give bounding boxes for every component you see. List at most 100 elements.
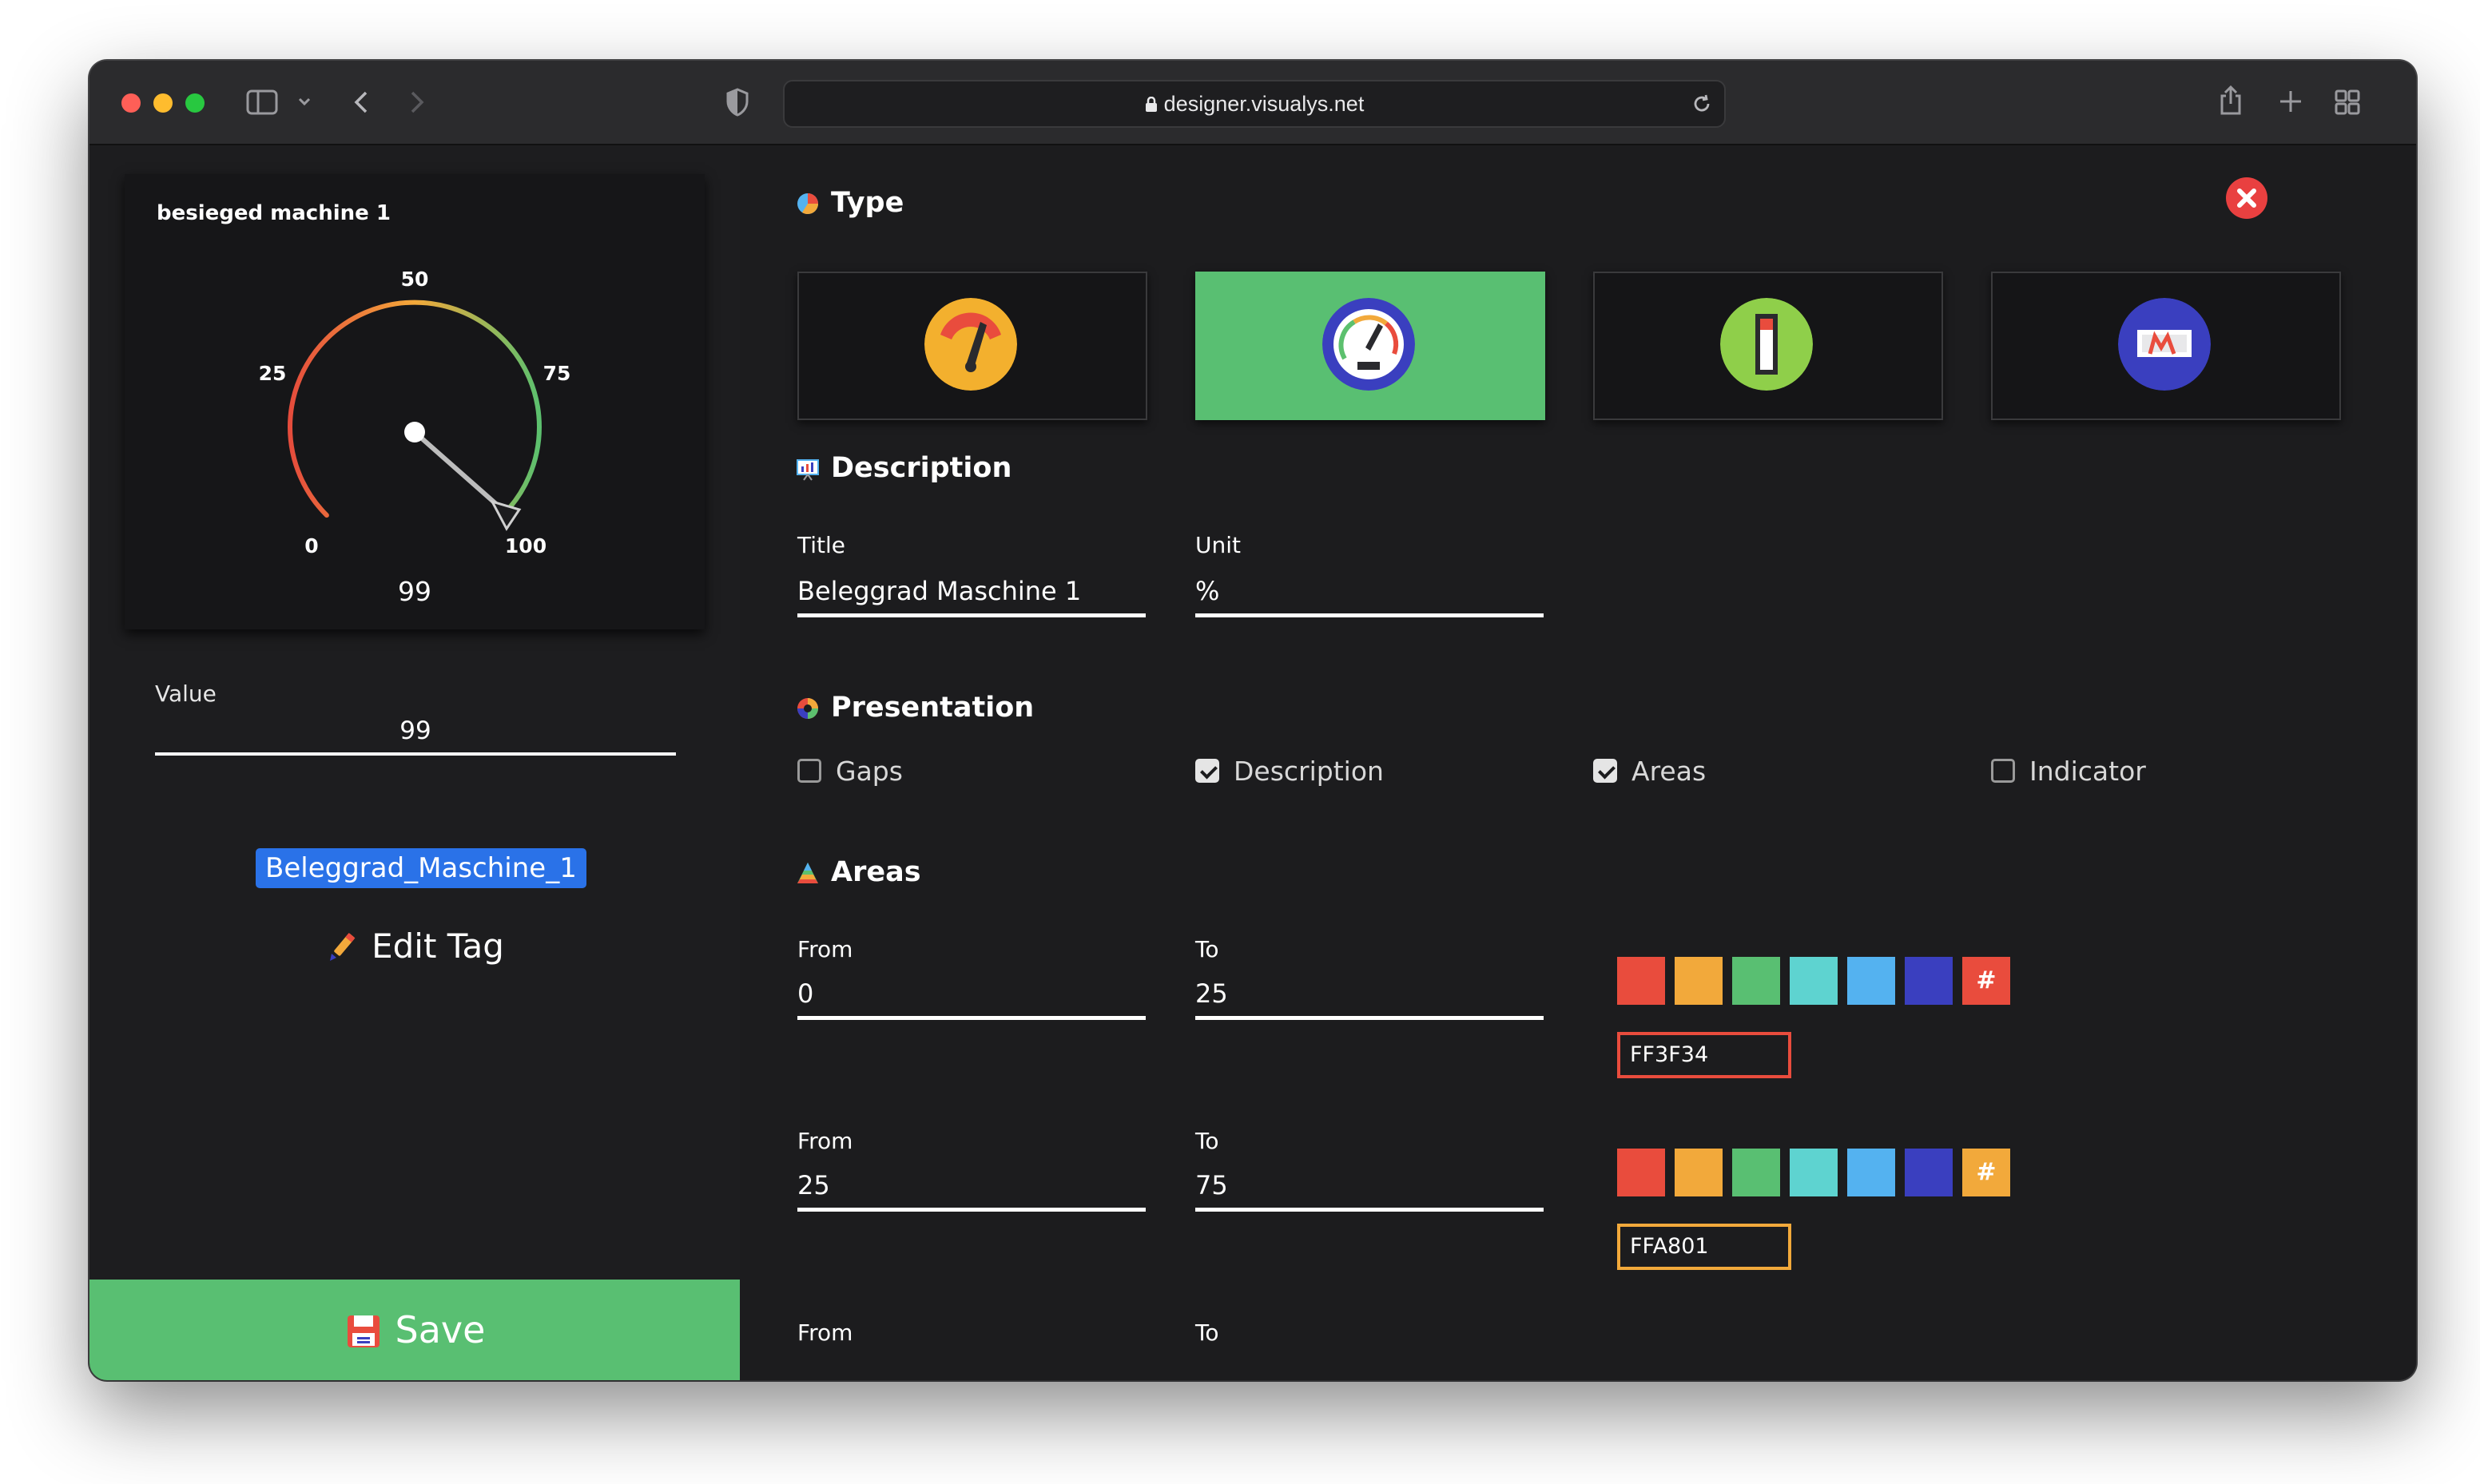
- areas-checkbox[interactable]: Areas: [1593, 756, 1706, 788]
- area-3-from-label: From: [797, 1319, 853, 1346]
- area-1-swatch-orange[interactable]: [1675, 957, 1723, 1005]
- area-2-swatch-orange[interactable]: [1675, 1149, 1723, 1196]
- areas-checkbox-box[interactable]: [1593, 758, 1617, 783]
- gauge-arc: [288, 300, 542, 518]
- pencil-icon: [330, 932, 356, 961]
- url-text: designer.visualys.net: [785, 81, 1724, 126]
- type-option-round-gauge[interactable]: [1195, 272, 1545, 420]
- preview-panel: besieged machine 1 0 25 50 75 100 99 Val…: [89, 145, 740, 1380]
- area-2-swatch-green[interactable]: [1732, 1149, 1780, 1196]
- close-icon: [2237, 188, 2256, 208]
- description-section-label: Description: [831, 452, 1012, 484]
- type-option-display-panel[interactable]: [1991, 272, 2341, 420]
- gaps-checkbox-box[interactable]: [797, 758, 821, 783]
- value-label: Value: [155, 680, 217, 707]
- gauge-tick-100: 100: [505, 534, 546, 557]
- indicator-checkbox[interactable]: Indicator: [1991, 756, 2146, 788]
- area-1-hex-input[interactable]: FF3F34: [1617, 1032, 1791, 1078]
- type-section-label: Type: [831, 187, 904, 219]
- floppy-disk-icon: [347, 1315, 380, 1347]
- area-3-to-label: To: [1195, 1319, 1219, 1346]
- pie-chart-icon: [797, 193, 819, 215]
- edit-tag-label: Edit Tag: [372, 927, 504, 966]
- area-2-from-input[interactable]: 25: [797, 1163, 1146, 1212]
- description-checkbox[interactable]: Description: [1195, 756, 1384, 788]
- gauge-preview-card: besieged machine 1 0 25 50 75 100 99: [125, 174, 705, 629]
- area-2-custom-color-button[interactable]: #: [1962, 1149, 2010, 1196]
- reload-icon[interactable]: [1691, 93, 1713, 115]
- area-2-swatch-red[interactable]: [1617, 1149, 1665, 1196]
- description-checkbox-box[interactable]: [1195, 758, 1219, 783]
- value-input[interactable]: 99: [155, 709, 676, 756]
- presentation-section-title: Presentation: [796, 692, 1034, 724]
- area-2-to-input[interactable]: 75: [1195, 1163, 1544, 1212]
- zoom-window-button[interactable]: [185, 93, 205, 113]
- bar-indicator-icon: [1720, 298, 1813, 391]
- gauge-needle: [413, 430, 505, 513]
- indicator-checkbox-label: Indicator: [2029, 756, 2146, 787]
- area-1-swatch-indigo[interactable]: [1905, 957, 1953, 1005]
- areas-section-label: Areas: [831, 856, 921, 888]
- forward-icon[interactable]: [407, 89, 427, 115]
- area-2-from-label: From: [797, 1128, 853, 1154]
- area-1-swatch-teal[interactable]: [1790, 957, 1838, 1005]
- unit-field-label: Unit: [1195, 532, 1241, 558]
- display-panel-icon: [2118, 298, 2211, 391]
- type-option-bar-indicator[interactable]: [1593, 272, 1943, 420]
- area-2-hex-input[interactable]: FFA801: [1617, 1224, 1791, 1270]
- presentation-section-label: Presentation: [831, 692, 1035, 724]
- edit-tag-button[interactable]: Edit Tag: [89, 927, 740, 966]
- title-input[interactable]: Beleggrad Maschine 1: [797, 569, 1146, 617]
- area-1-to-input[interactable]: 25: [1195, 971, 1544, 1020]
- areas-section-title: Areas: [796, 856, 921, 888]
- share-icon[interactable]: [2218, 85, 2244, 117]
- indicator-checkbox-box[interactable]: [1991, 758, 2015, 783]
- gauge-tick-0: 0: [304, 534, 318, 557]
- area-1-to-label: To: [1195, 936, 1219, 962]
- save-label: Save: [395, 1308, 486, 1351]
- area-1-swatch-blue[interactable]: [1847, 957, 1895, 1005]
- lock-icon: [1145, 96, 1157, 112]
- close-dialog-button[interactable]: [2226, 177, 2267, 219]
- area-1-custom-color-button[interactable]: #: [1962, 957, 2010, 1005]
- presentation-board-icon: [797, 459, 819, 481]
- semi-gauge-icon: [924, 298, 1017, 391]
- gauge-tick-50: 50: [401, 268, 429, 291]
- minimize-window-button[interactable]: [153, 93, 173, 113]
- browser-window: designer.visualys.net besieged machine 1: [89, 61, 2416, 1380]
- gauge-value: 99: [398, 576, 431, 607]
- gauge-hub: [404, 422, 425, 442]
- url-label: designer.visualys.net: [1163, 92, 1365, 116]
- title-field-label: Title: [797, 532, 846, 558]
- chevron-down-icon[interactable]: [297, 96, 312, 107]
- area-2-swatch-indigo[interactable]: [1905, 1149, 1953, 1196]
- gauge-chart: 0 25 50 75 100 99: [259, 268, 571, 607]
- sidebar-toggle-icon[interactable]: [246, 89, 278, 115]
- gauge-tick-25: 25: [259, 362, 287, 385]
- settings-panel: Type Description Title Beleggrad Maschin…: [741, 145, 2416, 1380]
- tag-name-badge[interactable]: Beleggrad_Maschine_1: [256, 848, 586, 888]
- back-icon[interactable]: [352, 89, 371, 115]
- round-gauge-icon: [1322, 298, 1415, 391]
- areas-checkbox-label: Areas: [1631, 756, 1707, 787]
- unit-input[interactable]: %: [1195, 569, 1544, 617]
- gauge-tick-75: 75: [543, 362, 571, 385]
- privacy-shield-icon[interactable]: [725, 88, 749, 117]
- area-1-swatch-red[interactable]: [1617, 957, 1665, 1005]
- close-window-button[interactable]: [121, 93, 141, 113]
- gauge-needle-tip: [490, 499, 522, 531]
- pyramid-icon: [797, 863, 818, 883]
- area-1-from-label: From: [797, 936, 853, 962]
- area-1-swatch-green[interactable]: [1732, 957, 1780, 1005]
- area-2-swatch-teal[interactable]: [1790, 1149, 1838, 1196]
- address-bar[interactable]: designer.visualys.net: [783, 80, 1726, 128]
- area-2-swatch-blue[interactable]: [1847, 1149, 1895, 1196]
- tab-overview-icon[interactable]: [2335, 89, 2360, 115]
- save-button[interactable]: Save: [89, 1280, 740, 1380]
- gaps-checkbox[interactable]: Gaps: [797, 756, 903, 788]
- gaps-checkbox-label: Gaps: [836, 756, 903, 787]
- area-2-to-label: To: [1195, 1128, 1219, 1154]
- type-option-semi-gauge[interactable]: [797, 272, 1147, 420]
- area-1-from-input[interactable]: 0: [797, 971, 1146, 1020]
- new-tab-icon[interactable]: [2279, 89, 2303, 113]
